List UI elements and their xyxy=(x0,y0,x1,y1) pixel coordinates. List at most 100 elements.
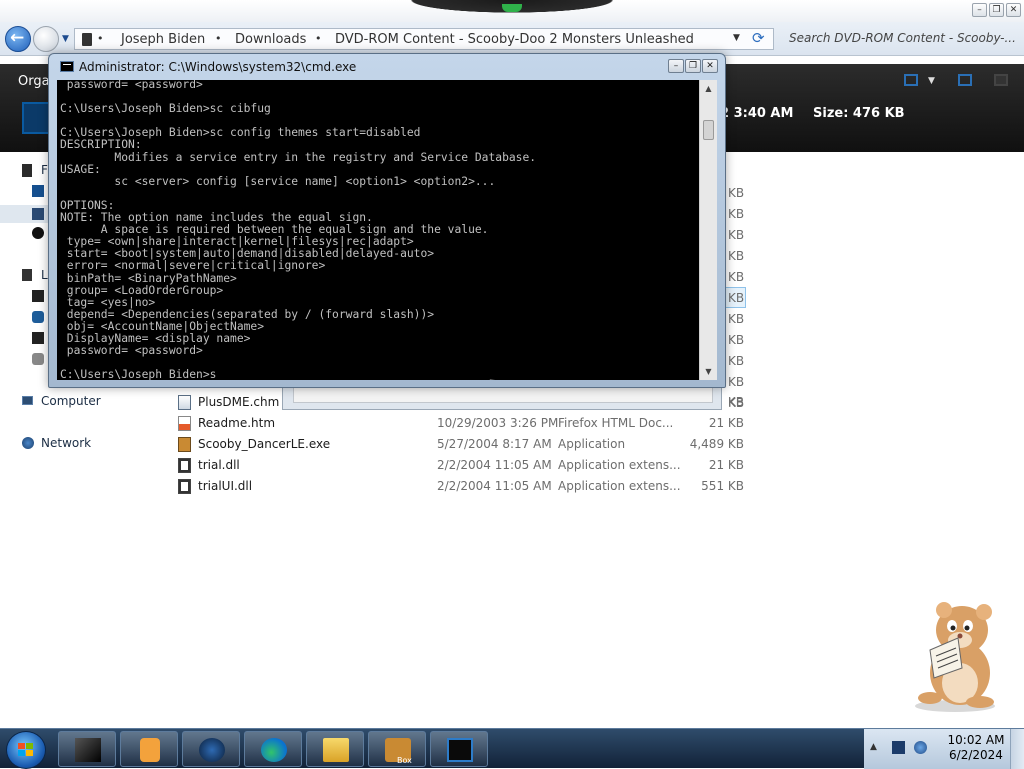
dark-globe-icon xyxy=(199,738,225,762)
file-size: 21 KB xyxy=(708,458,744,472)
size-cell-fragment: KB xyxy=(728,186,745,200)
dll-file-icon xyxy=(178,479,191,494)
file-type: Firefox HTML Doc... xyxy=(558,416,674,430)
taskbar-black-cube-app[interactable] xyxy=(58,731,116,767)
close-button[interactable]: ✕ xyxy=(1006,3,1021,17)
file-type: Application extens... xyxy=(558,479,681,493)
console-line: DESCRIPTION: xyxy=(60,138,142,152)
nav-selected-row[interactable] xyxy=(0,205,48,223)
breadcrumb-separator[interactable]: • xyxy=(215,32,222,45)
box-label: Box xyxy=(397,756,412,765)
console-line: tag= <yes|no> xyxy=(60,295,156,309)
network-icon xyxy=(22,437,34,449)
console-line: USAGE: xyxy=(60,162,101,176)
details-date-modified: 2 3:40 AM xyxy=(720,106,794,121)
media-player-icon xyxy=(140,738,160,762)
file-date: 5/27/2004 8:17 AM xyxy=(437,437,552,451)
tray-display-icon[interactable] xyxy=(892,741,905,754)
recent-pages-dropdown[interactable]: ▼ xyxy=(62,34,69,44)
breadcrumb-user[interactable]: Joseph Biden xyxy=(121,32,205,47)
taskbar-file-explorer[interactable] xyxy=(306,731,364,767)
documents-icon[interactable] xyxy=(32,290,44,302)
music-icon[interactable] xyxy=(32,311,44,323)
console-line: group= <LoadOrderGroup> xyxy=(60,283,224,297)
cmd-title: Administrator: C:\Windows\system32\cmd.e… xyxy=(79,60,357,74)
green-led-icon xyxy=(502,4,522,12)
file-explorer-icon xyxy=(323,738,349,762)
views-dropdown-icon[interactable]: ▼ xyxy=(928,76,935,86)
console-line: C:\Users\Joseph Biden>sc cibfug xyxy=(60,102,271,116)
file-date: 2/2/2004 11:05 AM xyxy=(437,479,552,493)
desktop-icon[interactable] xyxy=(32,185,44,197)
show-desktop-button[interactable] xyxy=(1010,729,1024,769)
cmd-close-button[interactable]: ✕ xyxy=(702,59,718,73)
console-line: binPath= <BinaryPathName> xyxy=(60,271,237,285)
preview-pane-icon[interactable] xyxy=(958,74,972,86)
taskbar-dark-globe[interactable] xyxy=(182,731,240,767)
back-button[interactable] xyxy=(5,26,31,52)
cmd-maximize-button[interactable]: ❐ xyxy=(685,59,701,73)
file-row[interactable]: Scooby_DancerLE.exe 5/27/2004 8:17 AM Appl… xyxy=(178,434,758,455)
breadcrumb-separator[interactable]: • xyxy=(97,32,104,45)
console-output[interactable]: password= <password> C:\Users\Joseph Bide… xyxy=(57,80,699,380)
taskbar-cmd[interactable] xyxy=(430,731,488,767)
file-size: 21 KB xyxy=(708,416,744,430)
favorites-star-icon xyxy=(22,164,32,177)
refresh-icon[interactable]: ⟳ xyxy=(752,29,765,47)
file-name: Scooby_DancerLE.exe xyxy=(198,437,331,451)
file-row[interactable]: trialUI.dll 2/2/2004 11:05 AM Application … xyxy=(178,476,758,497)
address-bar[interactable]: • Joseph Biden • Downloads • DVD-ROM Con… xyxy=(74,28,774,50)
file-size: 4,489 KB xyxy=(689,437,744,451)
maximize-button[interactable]: ❐ xyxy=(989,3,1004,17)
forward-button[interactable] xyxy=(33,26,59,52)
videos-icon[interactable] xyxy=(32,353,44,365)
recent-places-icon[interactable] xyxy=(32,227,44,239)
start-button[interactable] xyxy=(6,731,46,769)
clock[interactable]: 10:02 AM 6/2/2024 xyxy=(934,733,1018,763)
scroll-up-icon[interactable]: ▲ xyxy=(700,80,717,97)
dll-file-icon xyxy=(178,458,191,473)
details-size: Size: 476 KB xyxy=(813,106,905,121)
cmd-taskbar-icon xyxy=(447,738,473,762)
minimize-button[interactable]: – xyxy=(972,3,987,17)
hamster-mascot-icon xyxy=(915,602,995,712)
file-date: 10/29/2003 3:26 PM xyxy=(437,416,559,430)
cmd-window[interactable]: Administrator: C:\Windows\system32\cmd.e… xyxy=(48,53,726,388)
breadcrumb-downloads[interactable]: Downloads xyxy=(235,32,306,47)
address-dropdown-icon[interactable]: ▼ xyxy=(733,33,740,43)
cmd-minimize-button[interactable]: – xyxy=(668,59,684,73)
help-icon[interactable] xyxy=(994,74,1008,86)
organize-button[interactable]: Orga xyxy=(18,74,50,89)
downloads-folder-icon xyxy=(32,208,44,220)
file-row[interactable]: Readme.htm 10/29/2003 3:26 PM Firefox HTML… xyxy=(178,413,758,434)
search-placeholder: Search DVD-ROM Content - Scooby-... xyxy=(789,31,1016,45)
clock-date: 6/2/2024 xyxy=(949,748,1003,762)
size-cell-fragment: KB xyxy=(728,291,745,305)
views-icon[interactable] xyxy=(904,74,918,86)
tray-network-icon[interactable] xyxy=(914,741,927,754)
file-date: 2/2/2004 11:05 AM xyxy=(437,458,552,472)
file-row[interactable]: PlusDME.chm KB xyxy=(178,392,758,413)
computer-icon xyxy=(22,396,33,405)
search-input[interactable]: Search DVD-ROM Content - Scooby-... xyxy=(780,28,1020,50)
scroll-down-icon[interactable]: ▼ xyxy=(700,363,717,380)
window-top-frame: – ❐ ✕ xyxy=(0,0,1024,22)
pictures-icon[interactable] xyxy=(32,332,44,344)
file-size: KB xyxy=(727,395,744,409)
size-cell-fragment: KB xyxy=(728,333,745,347)
file-row[interactable]: trial.dll 2/2/2004 11:05 AM Application ex… xyxy=(178,455,758,476)
size-cell-fragment: KB xyxy=(728,228,745,242)
exe-file-icon xyxy=(178,437,191,452)
taskbar-scooby-box[interactable]: Box xyxy=(368,731,426,767)
taskbar-edge-browser[interactable] xyxy=(244,731,302,767)
show-hidden-icons-icon[interactable]: ▲ xyxy=(870,742,877,752)
scroll-thumb[interactable] xyxy=(703,120,714,140)
clock-time: 10:02 AM xyxy=(947,733,1005,747)
taskbar-media-player[interactable] xyxy=(120,731,178,767)
file-name: Readme.htm xyxy=(198,416,276,430)
breadcrumb-current-folder[interactable]: DVD-ROM Content - Scooby-Doo 2 Monsters … xyxy=(335,32,694,47)
cmd-scrollbar[interactable]: ▲ ▼ xyxy=(699,80,717,380)
breadcrumb-separator[interactable]: • xyxy=(315,32,322,45)
size-cell-fragment: KB xyxy=(728,249,745,263)
